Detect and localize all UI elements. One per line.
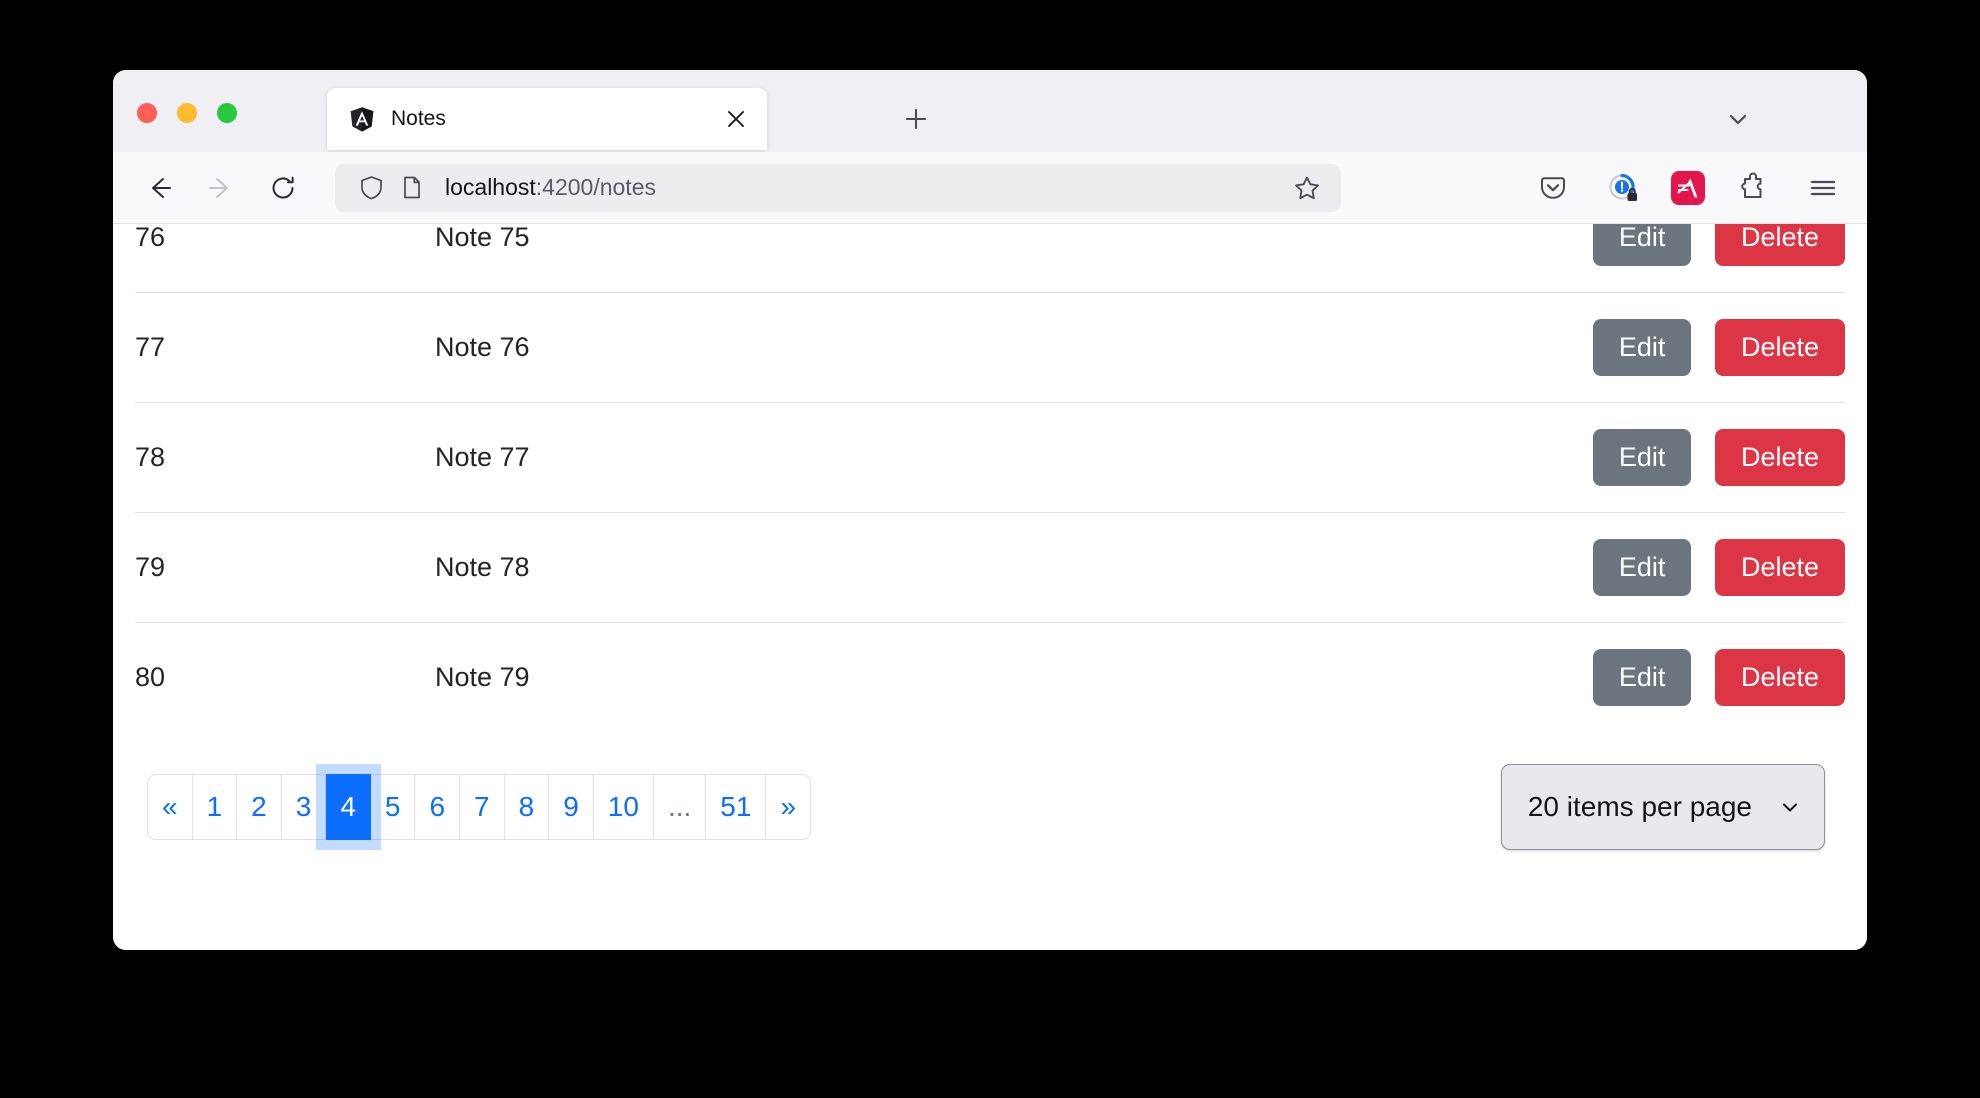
- pagination-page-7[interactable]: 7: [460, 774, 505, 840]
- edit-button[interactable]: Edit: [1592, 649, 1692, 707]
- pagination-page-5[interactable]: 5: [370, 774, 416, 840]
- back-button[interactable]: [135, 164, 183, 212]
- delete-button[interactable]: Delete: [1714, 539, 1845, 596]
- note-id: 76: [135, 224, 435, 293]
- forward-button[interactable]: [197, 164, 245, 212]
- row-actions: Edit Delete: [1075, 292, 1845, 403]
- page-document-icon[interactable]: [395, 172, 427, 204]
- edit-button[interactable]: Edit: [1592, 429, 1692, 486]
- notes-table-body: 76 Note 75 Edit Delete 77 Note 76 Edit D…: [135, 224, 1845, 733]
- close-icon[interactable]: [719, 102, 753, 136]
- navigation-toolbar: localhost:4200/notes: [113, 152, 1867, 224]
- note-id: 77: [135, 292, 435, 403]
- table-row: 80 Note 79 Edit Delete: [135, 622, 1845, 733]
- chevron-down-icon: [1778, 795, 1802, 819]
- pagination: « 1 2 3 4 5 6 7 8 9 10 ... 51 »: [147, 774, 812, 840]
- note-title: Note 77: [435, 402, 1075, 513]
- browser-window: Notes localhost:4200/notes 76 Note 75 Ed…: [113, 70, 1867, 950]
- tab-title: Notes: [391, 107, 446, 130]
- edit-button[interactable]: Edit: [1592, 539, 1692, 596]
- note-title: Note 78: [435, 512, 1075, 623]
- row-actions: Edit Delete: [1075, 224, 1845, 293]
- note-title: Note 76: [435, 292, 1075, 403]
- pagination-page-6[interactable]: 6: [415, 774, 461, 840]
- pagination-first[interactable]: «: [147, 774, 193, 840]
- reload-icon: [272, 176, 294, 198]
- note-title: Note 79: [435, 622, 1075, 733]
- back-arrow-icon: [152, 177, 171, 198]
- address-bar[interactable]: localhost:4200/notes: [335, 163, 1341, 212]
- items-per-page-select[interactable]: 20 items per page: [1500, 764, 1825, 850]
- delete-button[interactable]: Delete: [1714, 319, 1845, 376]
- notes-table: 76 Note 75 Edit Delete 77 Note 76 Edit D…: [135, 224, 1845, 733]
- note-title: Note 75: [435, 224, 1075, 293]
- star-icon: [1295, 176, 1319, 199]
- extensions-puzzle-icon: [1741, 172, 1762, 198]
- table-row: 79 Note 78 Edit Delete: [135, 512, 1845, 623]
- privacy-badger-icon: [1609, 173, 1637, 201]
- pagination-page-9[interactable]: 9: [549, 774, 594, 840]
- pagination-ellipsis: ...: [653, 774, 707, 840]
- note-id: 80: [135, 622, 435, 733]
- plus-icon: [906, 109, 926, 129]
- table-row: 76 Note 75 Edit Delete: [135, 224, 1845, 293]
- privacy-badger-button[interactable]: [1601, 166, 1645, 210]
- close-window-button[interactable]: [137, 103, 157, 123]
- minimize-window-button[interactable]: [177, 103, 197, 123]
- table-row: 77 Note 76 Edit Delete: [135, 292, 1845, 403]
- browser-toolbar-icons: [1513, 166, 1845, 210]
- note-id: 78: [135, 402, 435, 513]
- new-tab-button[interactable]: [895, 98, 937, 140]
- angular-logo-icon: [350, 107, 374, 132]
- browser-tab-notes[interactable]: Notes: [327, 88, 767, 150]
- forward-arrow-icon: [209, 177, 228, 198]
- notes-table-container: 76 Note 75 Edit Delete 77 Note 76 Edit D…: [135, 224, 1845, 733]
- pocket-icon: [1541, 176, 1565, 199]
- adblock-extension-icon: [1677, 178, 1698, 197]
- reload-button[interactable]: [259, 164, 307, 212]
- hamburger-menu-icon: [1810, 180, 1836, 195]
- pagination-page-3[interactable]: 3: [281, 774, 327, 840]
- bookmark-button[interactable]: [1285, 166, 1329, 210]
- shield-icon[interactable]: [355, 172, 387, 204]
- tab-strip: Notes: [113, 70, 1867, 152]
- list-all-tabs-button[interactable]: [1717, 98, 1759, 140]
- url-path: :4200/notes: [535, 174, 656, 200]
- row-actions: Edit Delete: [1075, 402, 1845, 513]
- row-actions: Edit Delete: [1075, 512, 1845, 623]
- delete-button[interactable]: Delete: [1714, 224, 1845, 266]
- row-actions: Edit Delete: [1075, 622, 1845, 733]
- pagination-page-1[interactable]: 1: [192, 774, 238, 840]
- pagination-page-10[interactable]: 10: [593, 774, 654, 840]
- maximize-window-button[interactable]: [217, 103, 237, 123]
- url-text: localhost:4200/notes: [445, 174, 1285, 201]
- pagination-page-4[interactable]: 4: [326, 774, 371, 840]
- extensions-button[interactable]: [1731, 166, 1775, 210]
- pagination-last[interactable]: »: [766, 774, 812, 840]
- pagination-page-2[interactable]: 2: [237, 774, 282, 840]
- page-content: 76 Note 75 Edit Delete 77 Note 76 Edit D…: [113, 224, 1867, 950]
- chevron-down-icon: [1729, 114, 1747, 125]
- url-host: localhost: [445, 174, 536, 200]
- adblock-extension-button[interactable]: [1671, 170, 1705, 205]
- table-footer: « 1 2 3 4 5 6 7 8 9 10 ... 51 » 20 items…: [135, 764, 1845, 850]
- edit-button[interactable]: Edit: [1592, 319, 1692, 376]
- delete-button[interactable]: Delete: [1714, 649, 1845, 707]
- edit-button[interactable]: Edit: [1592, 224, 1692, 266]
- pocket-button[interactable]: [1531, 166, 1575, 210]
- window-controls: [137, 103, 237, 123]
- application-menu-button[interactable]: [1801, 166, 1845, 210]
- note-id: 79: [135, 512, 435, 623]
- pagination-page-51[interactable]: 51: [706, 774, 767, 840]
- delete-button[interactable]: Delete: [1714, 429, 1845, 486]
- table-row: 78 Note 77 Edit Delete: [135, 402, 1845, 513]
- pagination-page-8[interactable]: 8: [504, 774, 550, 840]
- items-per-page-value: 20 items per page: [1527, 791, 1752, 822]
